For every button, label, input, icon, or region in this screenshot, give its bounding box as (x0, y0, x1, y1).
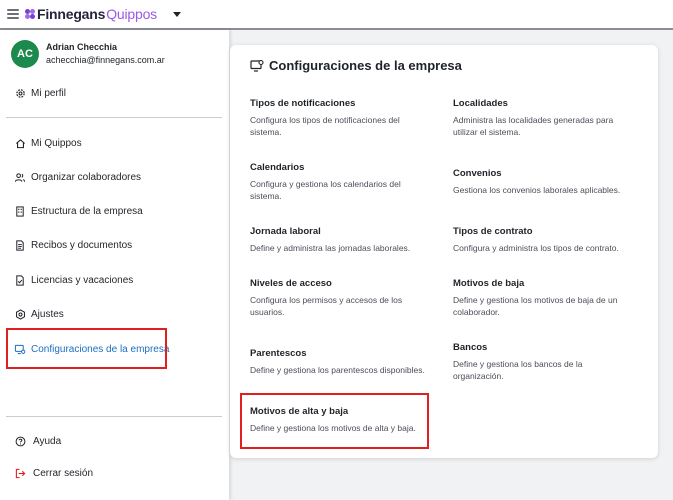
sidebar: AC Adrian Checchia achecchia@finnegans.c… (0, 30, 229, 500)
user-email: achecchia@finnegans.com.ar (46, 55, 165, 65)
sidebar-item-mi-perfil[interactable]: Mi perfil (14, 85, 66, 101)
sidebar-item-cerrar-sesion[interactable]: Cerrar sesión (14, 465, 93, 481)
settings-item-desc: Configura y administra los tipos de cont… (453, 243, 619, 253)
home-icon (14, 137, 26, 149)
leave-icon (14, 274, 26, 286)
settings-item-desc: Administra las localidades generadas par… (453, 115, 614, 137)
gear-icon (14, 87, 26, 99)
sidebar-item-label: Organizar colaboradores (31, 171, 142, 183)
settings-item-jornada-laboral[interactable]: Jornada laboral Define y administra las … (250, 225, 425, 254)
sidebar-item-recibos-documentos[interactable]: Recibos y documentos (14, 237, 132, 253)
settings-item-title: Calendarios (250, 162, 305, 173)
highlight-box (6, 328, 167, 369)
settings-item-motivos-baja[interactable]: Motivos de baja Define y gestiona los mo… (453, 277, 633, 318)
logout-icon (14, 467, 26, 479)
sidebar-item-label: Estructura de la empresa (31, 205, 143, 217)
settings-item-desc: Define y gestiona los bancos de la organ… (453, 359, 583, 381)
settings-item-calendarios[interactable]: Calendarios Configura y gestiona los cal… (250, 161, 425, 202)
settings-item-title: Parentescos (250, 348, 307, 359)
settings-item-localidades[interactable]: Localidades Administra las localidades g… (453, 97, 633, 138)
brand-mark-icon (25, 9, 35, 19)
settings-item-desc: Define y gestiona los motivos de baja de… (453, 295, 618, 317)
settings-item-parentescos[interactable]: Parentescos Define y gestiona los parent… (250, 347, 425, 376)
settings-item-desc: Define y gestiona los parentescos dispon… (250, 365, 425, 375)
settings-item-niveles-acceso[interactable]: Niveles de acceso Configura los permisos… (250, 277, 425, 318)
building-icon (14, 205, 26, 217)
divider (6, 416, 222, 417)
users-icon (14, 171, 26, 183)
sidebar-item-label: Mi perfil (31, 87, 67, 99)
settings-item-desc: Gestiona los convenios laborales aplicab… (453, 185, 621, 195)
monitor-gear-icon (250, 59, 264, 73)
settings-item-title: Tipos de contrato (453, 226, 533, 237)
user-profile: AC Adrian Checchia achecchia@finnegans.c… (11, 40, 165, 68)
sidebar-item-licencias-vacaciones[interactable]: Licencias y vacaciones (14, 272, 133, 288)
settings-item-title: Jornada laboral (250, 226, 321, 237)
settings-item-title: Convenios (453, 168, 502, 179)
brand-name-part2: Quippos (106, 6, 157, 22)
settings-item-desc: Configura los tipos de notificaciones de… (250, 115, 400, 137)
brand-logo[interactable]: Finnegans Quippos (25, 6, 157, 22)
sidebar-item-ayuda[interactable]: Ayuda (14, 433, 61, 449)
top-bar: Finnegans Quippos (0, 0, 673, 30)
sidebar-item-label: Recibos y documentos (31, 239, 133, 251)
chevron-down-icon[interactable] (172, 11, 181, 17)
settings-icon (14, 308, 26, 320)
settings-item-title: Bancos (453, 342, 488, 353)
sidebar-item-label: Ayuda (33, 435, 62, 447)
sidebar-item-ajustes[interactable]: Ajustes (14, 306, 64, 322)
sidebar-item-label: Licencias y vacaciones (31, 274, 134, 286)
sidebar-item-label: Ajustes (31, 308, 64, 320)
settings-item-bancos[interactable]: Bancos Define y gestiona los bancos de l… (453, 341, 633, 382)
sidebar-item-label: Mi Quippos (31, 137, 82, 149)
settings-item-title: Niveles de acceso (250, 278, 332, 289)
sidebar-item-mi-quippos[interactable]: Mi Quippos (14, 135, 82, 151)
help-icon (14, 435, 26, 447)
user-name: Adrian Checchia (46, 42, 118, 52)
avatar[interactable]: AC (11, 40, 39, 68)
divider (6, 117, 222, 118)
sidebar-item-organizar-colaboradores[interactable]: Organizar colaboradores (14, 169, 141, 185)
settings-item-tipos-notificaciones[interactable]: Tipos de notificaciones Configura los ti… (250, 97, 425, 138)
settings-item-convenios[interactable]: Convenios Gestiona los convenios laboral… (453, 167, 633, 196)
brand-name-part1: Finnegans (37, 6, 106, 22)
settings-item-title: Tipos de notificaciones (250, 98, 356, 109)
page-title-text: Configuraciones de la empresa (269, 58, 462, 73)
document-icon (14, 239, 26, 251)
highlight-box (240, 393, 429, 449)
settings-item-tipos-contrato[interactable]: Tipos de contrato Configura y administra… (453, 225, 633, 254)
settings-item-desc: Configura y gestiona los calendarios del… (250, 179, 401, 201)
settings-item-title: Motivos de baja (453, 278, 525, 289)
page-title: Configuraciones de la empresa (250, 58, 462, 73)
sidebar-item-label: Cerrar sesión (33, 467, 94, 479)
menu-icon[interactable] (7, 9, 19, 19)
settings-item-title: Localidades (453, 98, 508, 109)
settings-item-desc: Define y administra las jornadas laboral… (250, 243, 411, 253)
settings-item-desc: Configura los permisos y accesos de los … (250, 295, 403, 317)
sidebar-item-estructura-empresa[interactable]: Estructura de la empresa (14, 203, 143, 219)
